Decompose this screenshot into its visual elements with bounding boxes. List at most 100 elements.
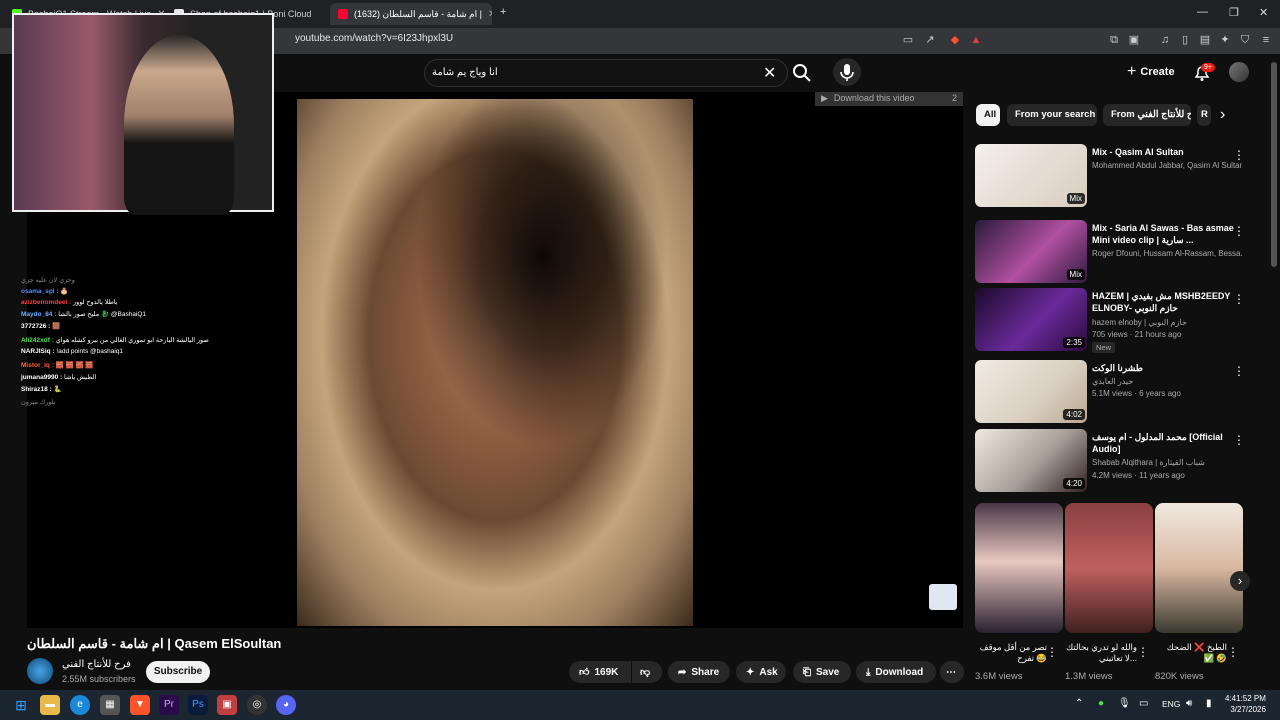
short-thumbnail[interactable] [1155, 503, 1243, 633]
sidebar-icon[interactable]: ▯ [1178, 33, 1192, 47]
chat-message: azizbenomdeel : باطلا يالدوح لوور [21, 298, 118, 306]
leo-ai-icon[interactable]: ✦ [1218, 33, 1232, 47]
account-avatar[interactable] [1229, 62, 1249, 82]
file-explorer-icon[interactable]: ▬ [40, 695, 60, 715]
clear-search-icon[interactable]: ✕ [763, 63, 776, 83]
new-tab-button[interactable]: + [500, 6, 506, 18]
url-field[interactable]: youtube.com/watch?v=6I23Jhpxl3U [295, 33, 453, 44]
install-icon[interactable]: ▭ [901, 33, 915, 47]
language-indicator[interactable]: ENG [1162, 699, 1180, 709]
subscribe-button[interactable]: Subscribe [146, 661, 210, 683]
window-close-button[interactable]: ✕ [1259, 6, 1268, 19]
wallet-icon[interactable]: ▤ [1198, 33, 1212, 47]
network-icon[interactable]: ▭ [1139, 698, 1148, 709]
volume-icon[interactable]: 🔊︎ [1186, 698, 1192, 709]
tab-close-icon[interactable]: ✕ [488, 9, 492, 20]
short-title[interactable]: والله لو تدري بحالتك لا تعاتبني... [1065, 642, 1137, 664]
search-icon [793, 64, 811, 82]
more-dots-icon: ⋯ [946, 666, 956, 678]
save-button[interactable]: ⎗ Save [793, 661, 851, 683]
create-button[interactable]: + Create [1121, 60, 1181, 84]
chip-related[interactable]: R [1197, 104, 1211, 126]
edge-icon[interactable]: e [70, 695, 90, 715]
like-button[interactable]: 👍︎ 169K [569, 661, 631, 683]
chat-username: Mistor_iq : [21, 362, 56, 369]
windows-start-icon[interactable]: ⊞ [11, 695, 31, 715]
shorts-next-icon[interactable]: › [1230, 571, 1250, 591]
channel-name[interactable]: فرح للأنتاج الفني [62, 659, 131, 670]
chat-text: 🐍 [53, 386, 62, 393]
dislike-button[interactable]: 👎︎ [632, 661, 662, 683]
maximize-button[interactable]: ❐ [1229, 6, 1239, 19]
tray-app-icon[interactable]: ● [1098, 698, 1104, 709]
video-meta: 4.2M views · 11 years ago [1092, 471, 1185, 480]
video-title[interactable]: HAZEM | مش بفيدي MSHB2EEDY ELNOBY- حازم … [1092, 290, 1242, 314]
menu-icon[interactable]: ≡ [1259, 33, 1273, 47]
like-count: 169K [594, 666, 619, 678]
chat-username: Shiraz18 : [21, 386, 54, 393]
recommendation-item[interactable]: 2:35 HAZEM | مش بفيدي MSHB2EEDY ELNOBY- … [975, 288, 1255, 353]
search-button[interactable] [790, 61, 814, 85]
premiere-icon[interactable]: Pr [159, 695, 179, 715]
chat-text: 🟫 [52, 323, 61, 330]
voice-search-button[interactable] [833, 58, 861, 86]
brave-icon[interactable]: ▼ [130, 695, 150, 715]
chat-username: azizbenomdeel : [21, 299, 74, 306]
more-vert-icon[interactable]: ⋮ [1227, 645, 1239, 659]
chip-from-channel[interactable]: From فرح للأنتاج الفني [1103, 104, 1191, 126]
store-icon[interactable]: ▦ [100, 695, 120, 715]
chevron-right-icon[interactable]: › [1220, 106, 1225, 124]
download-extension-overlay[interactable]: ▶ Download this video 2 [815, 92, 963, 106]
brave-rewards-icon[interactable]: ▲ [969, 33, 983, 47]
vpn-icon[interactable]: ⛉ [1238, 33, 1252, 47]
download-button[interactable]: ⤓ Download [856, 661, 936, 683]
download-icon: ⤓ [866, 666, 871, 678]
extensions-icon[interactable]: ⧉ [1107, 33, 1121, 47]
share-button[interactable]: ➦ Share [668, 661, 730, 683]
obs-icon[interactable]: ◎ [247, 695, 267, 715]
tray-chevron-icon[interactable]: ⌃ [1075, 698, 1083, 709]
brave-shield-icon[interactable]: ◆ [948, 33, 962, 47]
channel-watermark-logo[interactable] [929, 584, 957, 610]
more-vert-icon[interactable]: ⋮ [1233, 148, 1245, 162]
search-input[interactable]: انا وياج يم شامة [432, 67, 498, 78]
photoshop-icon[interactable]: Ps [188, 695, 208, 715]
screenshot-icon[interactable]: ▣ [1127, 33, 1141, 47]
more-vert-icon[interactable]: ⋮ [1233, 364, 1245, 378]
more-vert-icon[interactable]: ⋮ [1233, 292, 1245, 306]
video-title[interactable]: محمد المدلول - ام يوسف [Official Audio] [1092, 431, 1242, 455]
system-clock[interactable]: 4:41:52 PM 3/27/2026 [1225, 693, 1266, 715]
battery-icon[interactable]: ▮ [1206, 698, 1212, 709]
recommendation-item[interactable]: Mix Mix - Qasim Al Sultan Mohammed Abdul… [975, 144, 1255, 208]
short-title[interactable]: الطبخ ❌ الضحك ✅ 🤣 [1155, 642, 1227, 664]
video-frame-shadow [297, 99, 693, 626]
more-actions-button[interactable]: ⋯ [940, 661, 964, 683]
recommendation-item[interactable]: 4:20 محمد المدلول - ام يوسف [Official Au… [975, 429, 1255, 493]
chip-all[interactable]: All [976, 104, 1000, 126]
music-icon[interactable]: ♫ [1158, 33, 1172, 47]
ask-button[interactable]: ✦ Ask [736, 661, 786, 683]
more-vert-icon[interactable]: ⋮ [1233, 224, 1245, 238]
chat-message: بلورك ميرون [21, 398, 56, 406]
short-thumbnail[interactable] [1065, 503, 1153, 633]
chat-username: NARJISiq : [21, 348, 57, 355]
app-icon[interactable]: ▣ [217, 695, 237, 715]
recommendation-item[interactable]: Mix Mix - Saria Al Sawas - Bas asmae Min… [975, 220, 1255, 284]
chip-from-search[interactable]: From your search [1007, 104, 1097, 126]
video-title[interactable]: طشرنا الوكت [1092, 362, 1242, 374]
channel-avatar[interactable] [27, 658, 53, 684]
more-vert-icon[interactable]: ⋮ [1046, 645, 1058, 659]
more-vert-icon[interactable]: ⋮ [1233, 433, 1245, 447]
microphone-tray-icon[interactable]: 🎙︎ [1118, 698, 1131, 709]
short-thumbnail[interactable] [975, 503, 1063, 633]
recommendation-item[interactable]: 4:02 طشرنا الوكت حيدر العابدي 5.1M views… [975, 360, 1255, 424]
video-title[interactable]: Mix - Saria Al Sawas - Bas asmae Mini vi… [1092, 222, 1242, 246]
more-vert-icon[interactable]: ⋮ [1137, 645, 1149, 659]
short-title[interactable]: تصر من أقل موقف تفرح 😂 [975, 642, 1047, 664]
discord-icon[interactable]: ◕ [276, 695, 296, 715]
page-scrollbar[interactable] [1271, 62, 1277, 267]
minimize-button[interactable]: — [1197, 6, 1208, 18]
video-title[interactable]: Mix - Qasim Al Sultan [1092, 146, 1242, 158]
browser-tab-youtube[interactable]: (1632) ام شامة - قاسم السلطان | ✕ [330, 3, 492, 25]
share-page-icon[interactable]: ↗ [923, 33, 937, 47]
